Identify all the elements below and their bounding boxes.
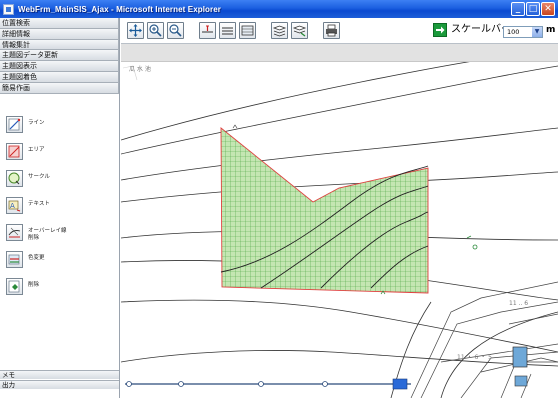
map-toolbar: スケールバー 100 ▼ m (121, 18, 558, 44)
menu-detail-info[interactable]: 詳細情報 (0, 28, 119, 40)
line-draw-icon[interactable] (6, 116, 23, 133)
drawing-tools: ライン エリア サークル A テキスト オーバーレイ線 削除 色変更 削除 (0, 116, 119, 305)
window-title-bar: WebFrm_MainSIS_Ajax - Microsoft Internet… (0, 0, 558, 18)
map-label-parcel-b: 11 ・ 6 ・ 5 (457, 354, 492, 361)
window-controls: _ □ ✕ (511, 2, 555, 16)
tool-text[interactable]: A テキスト (0, 197, 119, 224)
tool-circle-label: サークル (28, 174, 50, 180)
text-draw-icon[interactable]: A (6, 197, 23, 214)
layers-icon[interactable] (271, 22, 288, 39)
tool-circle[interactable]: サークル (0, 170, 119, 197)
scale-slider (125, 378, 411, 390)
pan-icon[interactable] (127, 22, 144, 39)
chevron-down-icon[interactable]: ▼ (532, 27, 542, 37)
zoom-out-icon[interactable] (167, 22, 184, 39)
map-label-parcel-a: 11 .. 6 (509, 300, 529, 307)
scale-unit: m (546, 25, 556, 35)
map-canvas[interactable]: 瓜 水 池 11 .. 6 11 ・ 6 ・ 5 (121, 62, 558, 398)
menu-memo[interactable]: メモ (0, 370, 119, 379)
scale-bar-label: スケールバー (451, 24, 511, 35)
tool-line-label: ライン (28, 120, 45, 126)
scale-select-value: 100 (507, 28, 520, 36)
print-icon[interactable] (323, 22, 340, 39)
window-title: WebFrm_MainSIS_Ajax - Microsoft Internet… (18, 4, 222, 14)
layers-edit-icon[interactable] (291, 22, 308, 39)
measure-line-icon[interactable] (219, 22, 236, 39)
parcel-lines (410, 281, 558, 398)
tool-delete-label: 削除 (28, 282, 40, 288)
tool-area[interactable]: エリア (0, 143, 119, 170)
measure-point-icon[interactable] (199, 22, 216, 39)
tool-delete[interactable]: 削除 (0, 278, 119, 305)
delete-icon[interactable] (6, 278, 23, 295)
maximize-button[interactable]: □ (526, 2, 540, 16)
left-panel: 位置検索 詳細情報 情報集計 主題図データ更新 主題図表示 主題図着色 簡易作画… (0, 18, 120, 398)
measure-area-icon[interactable] (239, 22, 256, 39)
menu-theme-coloring[interactable]: 主題図着色 (0, 71, 119, 83)
menu-simple-drawing[interactable]: 簡易作画 (0, 82, 119, 94)
water-body (512, 346, 528, 368)
overlay-line-delete-icon[interactable] (6, 224, 23, 241)
tool-color-change-label: 色変更 (28, 255, 45, 261)
circle-draw-icon[interactable] (6, 170, 23, 187)
tool-text-label: テキスト (28, 201, 50, 207)
drawn-area (220, 127, 429, 294)
menu-info-aggregate[interactable]: 情報集計 (0, 39, 119, 51)
minimize-button[interactable]: _ (511, 2, 525, 16)
map-label-pond: 瓜 水 池 (129, 66, 151, 73)
color-change-icon[interactable] (6, 251, 23, 268)
svg-text:A: A (10, 202, 15, 210)
tool-overlay-delete-label: オーバーレイ線 削除 (28, 228, 67, 241)
menu-location-search[interactable]: 位置検索 (0, 18, 119, 29)
map-drawing (121, 62, 558, 398)
tool-color-change[interactable]: 色変更 (0, 251, 119, 278)
scale-select[interactable]: 100 ▼ (503, 26, 543, 38)
tool-area-label: エリア (28, 147, 45, 153)
menu-theme-data-update[interactable]: 主題図データ更新 (0, 50, 119, 62)
area-draw-icon[interactable] (6, 143, 23, 160)
map-header-strip (121, 44, 558, 62)
tool-overlay-delete[interactable]: オーバーレイ線 削除 (0, 224, 119, 251)
tool-line[interactable]: ライン (0, 116, 119, 143)
zoom-in-icon[interactable] (147, 22, 164, 39)
scale-apply-arrow-icon[interactable] (433, 23, 447, 37)
close-button[interactable]: ✕ (541, 2, 555, 16)
ie-app-icon (3, 3, 14, 15)
menu-theme-display[interactable]: 主題図表示 (0, 61, 119, 72)
menu-output[interactable]: 出力 (0, 380, 119, 389)
